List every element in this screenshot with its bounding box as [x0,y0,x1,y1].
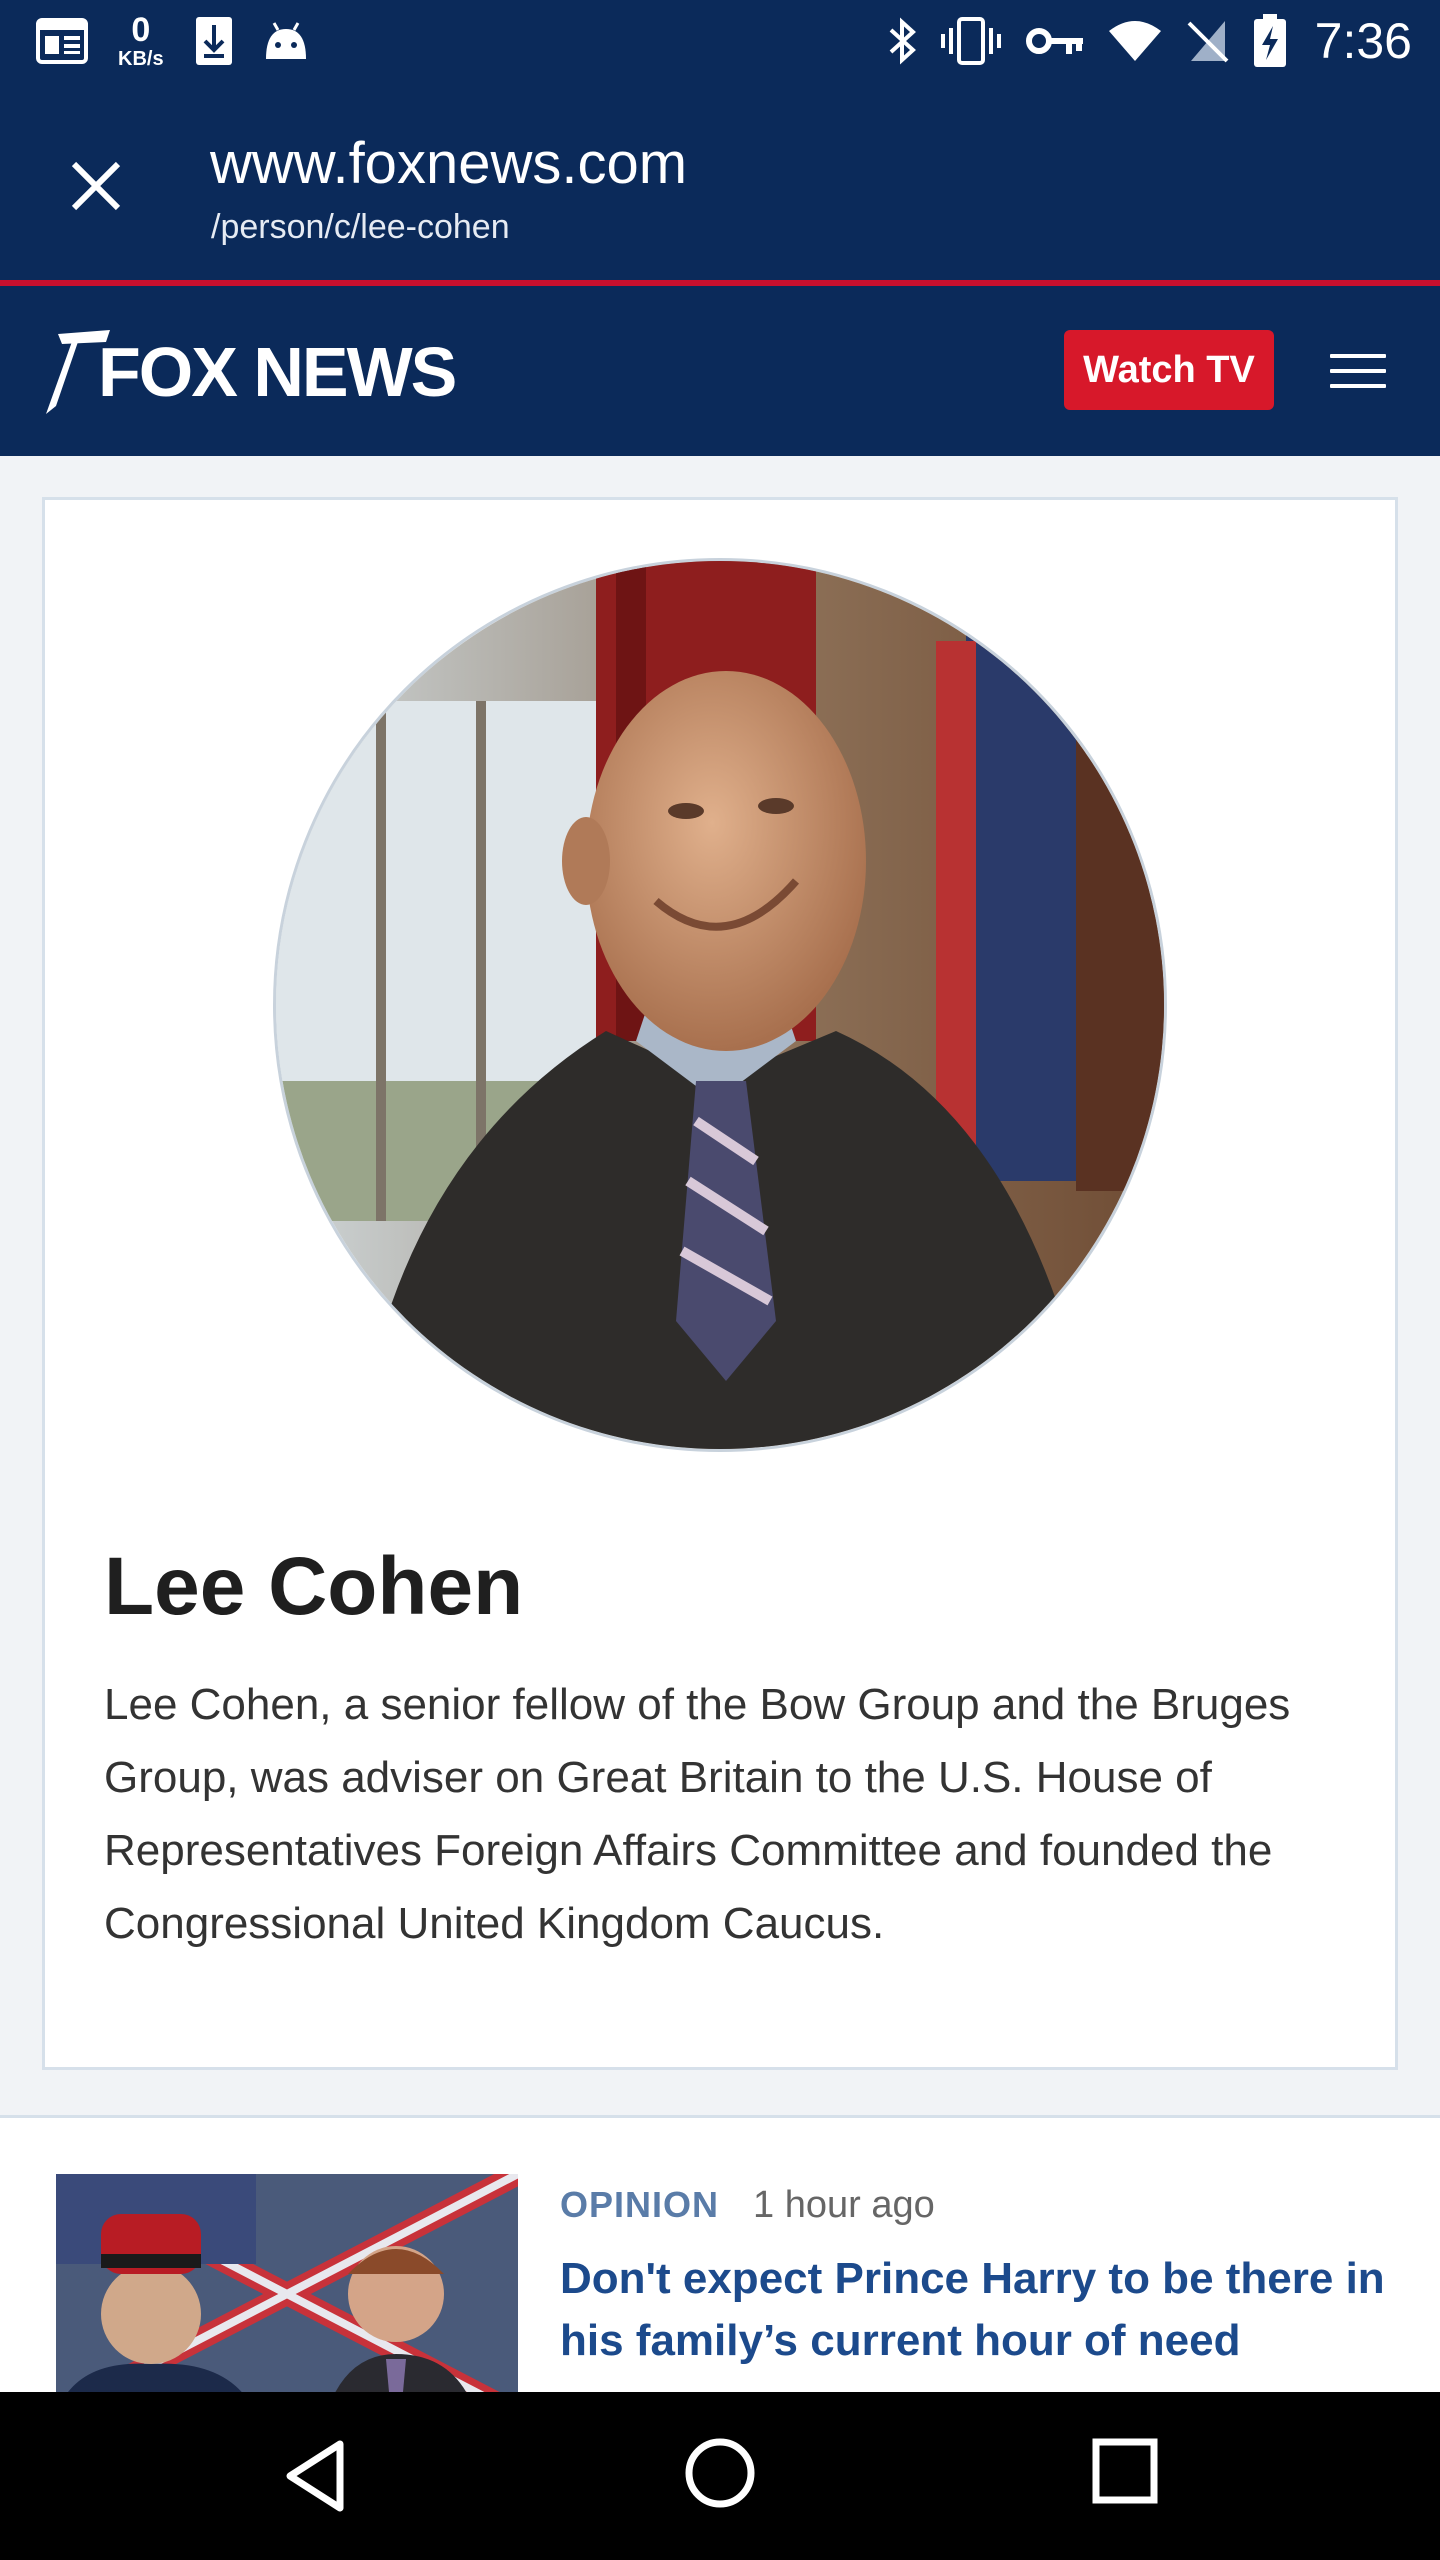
news-icon [36,18,88,64]
article-thumbnail-image [56,2174,518,2392]
net-speed-value: 0 [131,11,151,49]
battery-charging-icon [1253,14,1286,67]
article-meta: OPINION 1 hour ago [560,2184,935,2227]
article-time: 1 hour ago [753,2184,935,2226]
browser-tab-bar: www.foxnews.com /person/c/lee-cohen [0,82,1440,280]
no-sim-icon [1187,21,1229,63]
article-headline[interactable]: Don't expect Prince Harry to be there in… [560,2248,1400,2372]
vpn-key-icon [1025,28,1083,54]
status-clock: 7:36 [1314,13,1412,69]
download-icon [195,17,232,65]
status-bar: 0 KB/s 7:36 [0,0,1440,82]
author-photo [276,561,1164,1449]
watch-tv-button[interactable]: Watch TV [1064,330,1274,410]
author-avatar [273,558,1167,1452]
close-tab-button[interactable] [60,150,132,222]
menu-line [1330,369,1386,373]
bluetooth-icon [889,17,916,65]
menu-line [1330,354,1386,358]
android-icon [265,22,306,59]
url-host[interactable]: www.foxnews.com [210,130,687,197]
article-list: OPINION 1 hour ago Don't expect Prince H… [0,2115,1440,2392]
logo-text: FOX NEWS [98,333,457,411]
net-speed-indicator: 0 KB/s [118,13,164,69]
net-speed-unit: KB/s [118,48,164,70]
vibrate-icon [940,17,1001,65]
fox-news-logo[interactable]: FOX NEWS [40,328,460,418]
author-name: Lee Cohen [104,1541,524,1632]
article-category[interactable]: OPINION [560,2184,719,2226]
site-header: FOX NEWS Watch TV [0,286,1440,456]
url-path[interactable]: /person/c/lee-cohen [211,208,510,247]
home-icon[interactable] [683,2436,757,2510]
system-nav-bar [0,2392,1440,2560]
menu-line [1330,384,1386,388]
article-thumbnail[interactable] [56,2174,518,2392]
author-bio-card: Lee Cohen Lee Cohen, a senior fellow of … [42,497,1398,2070]
recent-apps-icon[interactable] [1090,2436,1160,2506]
back-icon[interactable] [280,2436,350,2516]
hamburger-menu-button[interactable] [1330,354,1386,394]
wifi-icon [1108,21,1161,61]
author-description: Lee Cohen, a senior fellow of the Bow Gr… [104,1680,1291,1948]
